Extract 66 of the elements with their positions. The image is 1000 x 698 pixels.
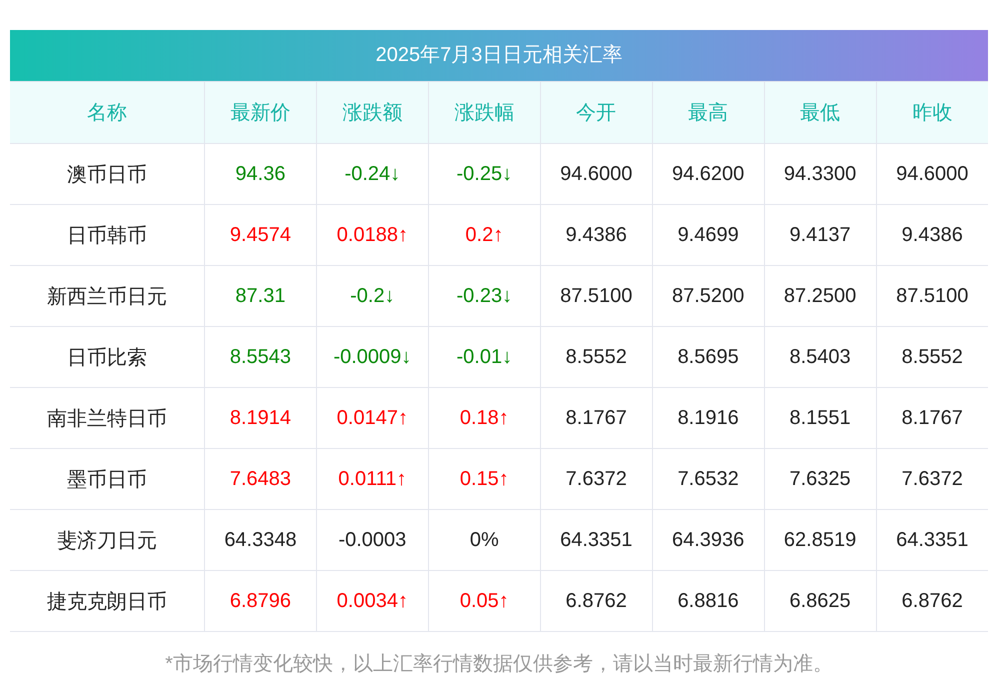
table-cell: 8.1916	[652, 388, 764, 448]
table-cell: 0%	[428, 510, 540, 570]
table-cell: 0.05↑	[428, 570, 540, 632]
table-cell: 94.6200	[652, 144, 764, 204]
table-cell: 8.5695	[652, 326, 764, 388]
table-cell: 0.18↑	[428, 388, 540, 448]
table-cell: 7.6325	[764, 448, 876, 510]
table-cell: -0.0003	[316, 510, 428, 570]
column-header: 最新价	[204, 82, 316, 144]
table-cell: 南非兰特日币	[10, 388, 204, 448]
table-cell: 9.4137	[764, 204, 876, 266]
column-header: 涨跌额	[316, 82, 428, 144]
table-cell: 64.3936	[652, 510, 764, 570]
column-header: 最低	[764, 82, 876, 144]
table-cell: 94.3300	[764, 144, 876, 204]
table-cell: -0.01↓	[428, 326, 540, 388]
column-header: 昨收	[876, 82, 988, 144]
table-cell: 7.6483	[204, 448, 316, 510]
table-cell: 87.5100	[540, 266, 652, 326]
table-cell: 8.1767	[540, 388, 652, 448]
column-header: 名称	[10, 82, 204, 144]
disclaimer-note: *市场行情变化较快，以上汇率行情数据仅供参考，请以当时最新行情为准。	[164, 652, 834, 677]
table-cell: 6.8816	[652, 570, 764, 632]
table-title: 2025年7月3日日元相关汇率	[10, 30, 988, 81]
table-cell: -0.2↓	[316, 266, 428, 326]
table-cell: 0.0034↑	[316, 570, 428, 632]
table-cell: 87.5200	[652, 266, 764, 326]
table-cell: 墨币日币	[10, 448, 204, 510]
table-cell: 8.5543	[204, 326, 316, 388]
table-cell: -0.25↓	[428, 144, 540, 204]
table-cell: 新西兰币日元	[10, 266, 204, 326]
table-cell: 日币比索	[10, 326, 204, 388]
table-cell: 0.15↑	[428, 448, 540, 510]
table-cell: 7.6372	[540, 448, 652, 510]
table-cell: 6.8625	[764, 570, 876, 632]
table-cell: 94.6000	[540, 144, 652, 204]
table-cell: 8.1551	[764, 388, 876, 448]
table-cell: 64.3348	[204, 510, 316, 570]
table-cell: 0.0147↑	[316, 388, 428, 448]
table-cell: 94.36	[204, 144, 316, 204]
table-cell: -0.24↓	[316, 144, 428, 204]
table-cell: 62.8519	[764, 510, 876, 570]
table-cell: 0.2↑	[428, 204, 540, 266]
table-cell: 0.0111↑	[316, 448, 428, 510]
table-cell: 6.8796	[204, 570, 316, 632]
column-header: 今开	[540, 82, 652, 144]
table-cell: -0.0009↓	[316, 326, 428, 388]
table-cell: 8.5403	[764, 326, 876, 388]
column-header: 最高	[652, 82, 764, 144]
table-cell: 斐济刀日元	[10, 510, 204, 570]
table-cell: 6.8762	[540, 570, 652, 632]
table-cell: 64.3351	[540, 510, 652, 570]
table-cell: 9.4699	[652, 204, 764, 266]
table-cell: 9.4574	[204, 204, 316, 266]
table-cell: 7.6532	[652, 448, 764, 510]
table-cell: 0.0188↑	[316, 204, 428, 266]
table-cell: 87.31	[204, 266, 316, 326]
table-cell: 捷克克朗日币	[10, 570, 204, 632]
column-header: 涨跌幅	[428, 82, 540, 144]
table-cell: 8.1914	[204, 388, 316, 448]
table-cell: 87.2500	[764, 266, 876, 326]
table-cell: 澳币日币	[10, 144, 204, 204]
table-cell: 日币韩币	[10, 204, 204, 266]
table-cell: 8.5552	[540, 326, 652, 388]
table-cell: -0.23↓	[428, 266, 540, 326]
table-cell: 9.4386	[540, 204, 652, 266]
